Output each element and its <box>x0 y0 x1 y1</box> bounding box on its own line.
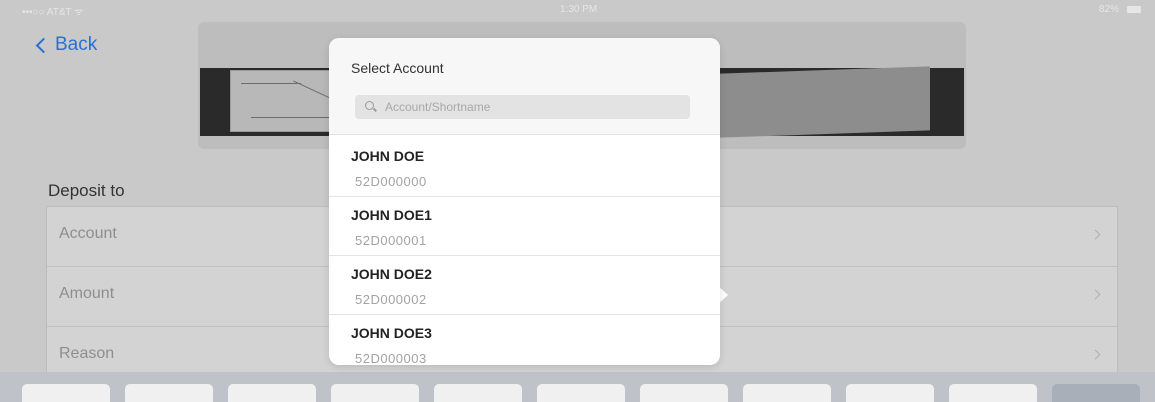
select-account-popover: Select Account JOHN DOE 52D000000 JOHN D… <box>329 38 720 365</box>
keyboard <box>0 372 1155 402</box>
check-photo-glare <box>720 66 930 138</box>
account-name: JOHN DOE <box>351 148 425 164</box>
account-number: 52D000001 <box>355 233 427 248</box>
status-time: 1:30 PM <box>560 4 598 15</box>
check-line <box>251 117 341 118</box>
account-search-field[interactable] <box>355 95 690 119</box>
chevron-right-icon <box>1090 349 1101 360</box>
keyboard-key[interactable] <box>331 384 419 402</box>
check-line <box>241 83 301 84</box>
account-list-item[interactable]: JOHN DOE2 52D000002 <box>329 256 720 315</box>
battery-icon <box>1127 6 1141 13</box>
chevron-right-icon <box>1090 229 1101 240</box>
keyboard-key[interactable] <box>949 384 1037 402</box>
row-label: Amount <box>59 285 115 302</box>
back-button[interactable]: Back <box>35 34 98 56</box>
chevron-left-icon <box>35 37 52 53</box>
keyboard-key[interactable] <box>537 384 625 402</box>
keyboard-key[interactable] <box>125 384 213 402</box>
keyboard-key[interactable] <box>640 384 728 402</box>
popover-header: Select Account <box>329 38 720 135</box>
account-name: JOHN DOE3 <box>351 325 432 341</box>
account-number: 52D000000 <box>355 174 427 189</box>
keyboard-key[interactable] <box>228 384 316 402</box>
popover-title: Select Account <box>351 60 444 76</box>
row-label: Account <box>59 225 117 242</box>
keyboard-key[interactable] <box>22 384 110 402</box>
keyboard-delete-key[interactable] <box>1052 384 1140 402</box>
keyboard-key[interactable] <box>743 384 831 402</box>
account-number: 52D000003 <box>355 351 427 365</box>
account-name: JOHN DOE1 <box>351 207 432 223</box>
app-screen: •••○○ AT&T ᯤ 1:30 PM 82% Back Deposit to… <box>0 0 1155 402</box>
row-label: Reason <box>59 345 115 362</box>
keyboard-key[interactable] <box>846 384 934 402</box>
account-list: JOHN DOE 52D000000 JOHN DOE1 52D000001 J… <box>329 138 720 365</box>
carrier-signal: •••○○ AT&T ᯤ <box>22 7 84 18</box>
account-name: JOHN DOE2 <box>351 266 432 282</box>
account-search-input[interactable] <box>383 99 687 115</box>
chevron-right-icon <box>1090 289 1101 300</box>
account-list-item[interactable]: JOHN DOE 52D000000 <box>329 138 720 197</box>
back-label: Back <box>55 34 98 55</box>
status-bar: •••○○ AT&T ᯤ 1:30 PM 82% <box>0 0 1155 22</box>
account-list-item[interactable]: JOHN DOE3 52D000003 <box>329 315 720 365</box>
keyboard-key[interactable] <box>434 384 522 402</box>
battery-percent: 82% <box>1098 4 1119 15</box>
account-list-item[interactable]: JOHN DOE1 52D000001 <box>329 197 720 256</box>
section-title: Deposit to <box>48 181 125 200</box>
account-number: 52D000002 <box>355 292 427 307</box>
search-icon <box>365 101 377 113</box>
